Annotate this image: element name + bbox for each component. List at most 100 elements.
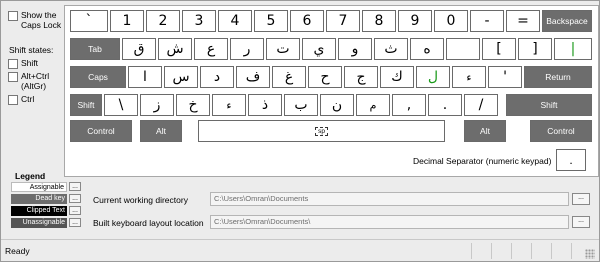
status-text: Ready <box>5 246 30 256</box>
status-divider <box>491 243 492 259</box>
key-slash[interactable]: / <box>464 94 498 116</box>
working-directory-browse-button[interactable]: ... <box>572 193 590 205</box>
altctrl-option[interactable]: Alt+Ctrl (AltGr) <box>8 71 49 91</box>
altctrl-label-line1: Alt+Ctrl <box>21 71 50 81</box>
key-c[interactable]: ء <box>212 94 246 116</box>
key-label: ] <box>532 41 538 57</box>
key-backspace[interactable]: Backspace <box>542 10 592 32</box>
key-f[interactable]: ف <box>236 66 270 88</box>
key-left-bracket[interactable]: [ <box>482 38 516 60</box>
working-directory-field[interactable]: C:\Users\Omran\Documents <box>210 192 569 206</box>
shift-checkbox[interactable] <box>8 59 18 69</box>
key-n[interactable]: ن <box>320 94 354 116</box>
shift-option[interactable]: Shift <box>8 58 38 69</box>
decimal-separator-key[interactable]: . <box>556 149 586 171</box>
key-q[interactable]: ق <box>122 38 156 60</box>
build-location-field[interactable]: C:\Users\Omran\Documents\ <box>210 215 569 229</box>
legend-dead-key-button[interactable]: ... <box>69 194 81 203</box>
key-9[interactable]: 9 <box>398 10 432 32</box>
show-caps-lock-checkbox[interactable] <box>8 11 18 21</box>
key-label: = <box>517 13 529 29</box>
key-v[interactable]: ذ <box>248 94 282 116</box>
key-g[interactable]: غ <box>272 66 306 88</box>
key-z[interactable]: ز <box>140 94 174 116</box>
key-tab[interactable]: Tab <box>70 38 120 60</box>
key-space[interactable]: sp <box>198 120 445 142</box>
key-equals[interactable]: = <box>506 10 540 32</box>
key-right-alt[interactable]: Alt <box>464 120 506 142</box>
decimal-separator-value: . <box>569 153 573 167</box>
key-label: 2 <box>158 13 168 29</box>
key-w[interactable]: ش <box>158 38 192 60</box>
legend-clipped-text-button[interactable]: ... <box>69 206 81 215</box>
status-divider <box>471 243 472 259</box>
key-label: ي <box>313 41 325 57</box>
key-1[interactable]: 1 <box>110 10 144 32</box>
key-m[interactable]: م <box>356 94 390 116</box>
key-k[interactable]: ك <box>380 66 414 88</box>
ctrl-checkbox[interactable] <box>8 95 18 105</box>
key-h[interactable]: ح <box>308 66 342 88</box>
key-5[interactable]: 5 <box>254 10 288 32</box>
key-0[interactable]: 0 <box>434 10 468 32</box>
key-8[interactable]: 8 <box>362 10 396 32</box>
key-2[interactable]: 2 <box>146 10 180 32</box>
key-backslash[interactable]: | <box>554 38 592 60</box>
key-label: ء <box>226 98 232 112</box>
key-label: ا <box>143 69 147 85</box>
key-right-shift[interactable]: Shift <box>506 94 592 116</box>
key-backtick[interactable]: ` <box>70 10 108 32</box>
key-t[interactable]: ت <box>266 38 300 60</box>
key-right-bracket[interactable]: ] <box>518 38 552 60</box>
key-right-control[interactable]: Control <box>530 120 592 142</box>
key-left-shift[interactable]: Shift <box>70 94 102 116</box>
key-label: ر <box>243 41 251 57</box>
key-l[interactable]: ل <box>416 66 450 88</box>
key-oem102[interactable]: \ <box>104 94 138 116</box>
key-label: sp <box>315 126 328 136</box>
key-minus[interactable]: - <box>470 10 504 32</box>
key-u[interactable]: و <box>338 38 372 60</box>
key-p[interactable] <box>446 38 480 60</box>
key-j[interactable]: ج <box>344 66 378 88</box>
legend-title: Legend <box>15 171 46 181</box>
legend-clipped-text: Clipped Text <box>11 206 67 216</box>
key-caps[interactable]: Caps <box>70 66 126 88</box>
key-x[interactable]: خ <box>176 94 210 116</box>
key-label: 1 <box>122 13 132 29</box>
key-label: ذ <box>261 97 269 113</box>
key-s[interactable]: س <box>164 66 198 88</box>
key-b[interactable]: ب <box>284 94 318 116</box>
key-r[interactable]: ر <box>230 38 264 60</box>
key-left-control[interactable]: Control <box>70 120 132 142</box>
key-quote[interactable]: ' <box>488 66 522 88</box>
key-d[interactable]: د <box>200 66 234 88</box>
key-4[interactable]: 4 <box>218 10 252 32</box>
key-period[interactable]: . <box>428 94 462 116</box>
key-label: Return <box>545 72 571 82</box>
key-comma[interactable]: , <box>392 94 426 116</box>
key-label: / <box>478 97 484 113</box>
legend-assignable-button[interactable]: ... <box>69 182 81 191</box>
key-7[interactable]: 7 <box>326 10 360 32</box>
ctrl-option[interactable]: Ctrl <box>8 94 34 105</box>
legend-unassignable-button[interactable]: ... <box>69 218 81 227</box>
key-label: ء <box>466 70 472 84</box>
key-left-alt[interactable]: Alt <box>140 120 182 142</box>
resize-grip-icon[interactable] <box>585 249 595 259</box>
key-a[interactable]: ا <box>128 66 162 88</box>
key-y[interactable]: ي <box>302 38 336 60</box>
key-semicolon[interactable]: ء <box>452 66 486 88</box>
key-o[interactable]: ه <box>410 38 444 60</box>
key-3[interactable]: 3 <box>182 10 216 32</box>
key-label: ز <box>153 97 161 113</box>
key-e[interactable]: ع <box>194 38 228 60</box>
altctrl-checkbox[interactable] <box>8 72 18 82</box>
build-location-browse-button[interactable]: ... <box>572 216 590 228</box>
key-i[interactable]: ث <box>374 38 408 60</box>
show-caps-lock-option[interactable]: Show the Caps Lock <box>8 10 69 30</box>
key-6[interactable]: 6 <box>290 10 324 32</box>
key-label: س <box>172 69 190 85</box>
legend-assignable: Assignable <box>11 182 67 192</box>
key-return[interactable]: Return <box>524 66 592 88</box>
